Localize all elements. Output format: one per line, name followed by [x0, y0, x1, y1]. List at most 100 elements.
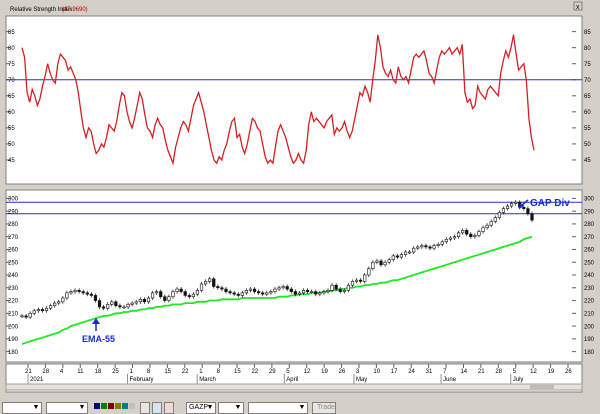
x-period-label: March [199, 377, 216, 383]
timeframe-select[interactable]: ▼ [2, 402, 42, 414]
price-y-tick-label-left: 210 [8, 312, 19, 318]
candle-body [501, 208, 506, 213]
x-period-label: April [286, 377, 298, 383]
candle-body [224, 288, 228, 292]
chart-canvas[interactable]: 45 4550 5055 5560 6065 6570 7075 7580 8085 85 Rel… [0, 0, 600, 414]
account-select[interactable]: ▼ [248, 402, 308, 414]
price-y-tick-label-left: 300 [8, 197, 19, 203]
candle-body [114, 301, 118, 306]
draw-tool-icon[interactable] [152, 402, 162, 414]
palette-icon[interactable] [140, 402, 150, 414]
candle-body [150, 292, 155, 299]
candle-body [44, 307, 49, 312]
rsi-y-tick-label-left: 65 [8, 94, 15, 100]
candle-body [322, 291, 326, 294]
rsi-y-tick-label: 65 [584, 94, 591, 100]
candle-body [159, 291, 163, 298]
x-tick-label: 28 [42, 369, 49, 375]
candle-body [89, 293, 93, 296]
candle-body [32, 310, 36, 314]
x-tick-label: 17 [391, 369, 398, 375]
interval-select[interactable]: ▼ [218, 402, 244, 414]
price-y-tick-label: 240 [584, 273, 595, 279]
x-tick-label: 29 [269, 369, 276, 375]
candle-body [208, 278, 212, 282]
chevron-down-icon: ▼ [298, 404, 306, 411]
candle-body [456, 232, 461, 237]
color-swatch-teal[interactable] [122, 403, 128, 409]
x-tick-label: 12 [530, 369, 537, 375]
price-y-tick-label: 220 [584, 299, 595, 305]
candle-body [97, 300, 102, 308]
cursor-tool-icon[interactable] [164, 402, 174, 414]
x-tick-label: 18 [95, 369, 102, 375]
rsi-y-tick-label: 85 [584, 30, 591, 36]
price-y-tick-label-left: 290 [8, 209, 19, 215]
color-swatch-gray[interactable] [129, 403, 135, 409]
price-y-tick-label: 260 [584, 248, 595, 254]
candle-body [106, 304, 110, 309]
candle-body [191, 293, 195, 298]
rsi-panel[interactable] [5, 15, 583, 185]
candle-body [338, 288, 342, 292]
candle-body [375, 260, 379, 263]
color-swatch-olive[interactable] [115, 403, 121, 409]
rsi-y-tick-label-left: 60 [8, 110, 15, 116]
x-tick-label: 26 [565, 369, 572, 375]
price-y-tick-label-left: 230 [8, 286, 19, 292]
candle-body [481, 227, 485, 232]
symbol-select[interactable]: GAZP ▼ [186, 402, 216, 414]
close-icon[interactable]: x [576, 4, 580, 11]
candle-body [526, 208, 530, 215]
candle-body [444, 238, 448, 243]
candle-body [285, 286, 289, 290]
candle-body [240, 292, 244, 296]
candle-body [57, 301, 61, 304]
price-y-tick-label: 250 [584, 260, 595, 266]
color-swatch-navy[interactable] [94, 403, 100, 409]
candle-body [216, 286, 220, 289]
x-tick-label: 21 [478, 369, 485, 375]
candle-body [163, 296, 167, 301]
chevron-down-icon: ▼ [234, 404, 242, 411]
candle-body [305, 290, 310, 292]
horizontal-scrollbar[interactable] [5, 383, 583, 391]
candle-body [126, 304, 130, 308]
candle-body [314, 291, 318, 295]
candle-body [61, 297, 65, 303]
price-y-tick-label-left: 240 [8, 273, 19, 279]
candle-body [142, 298, 147, 303]
candle-body [53, 302, 57, 306]
x-period-label: June [443, 377, 457, 383]
ema-55-label: EMA-55 [82, 334, 115, 344]
trade-button[interactable]: Trade [312, 402, 336, 414]
rsi-y-tick-label: 45 [584, 158, 591, 164]
rsi-y-tick-label: 70 [584, 78, 591, 84]
candle-body [342, 290, 346, 292]
candle-body [228, 291, 232, 294]
candle-body [440, 241, 444, 245]
candle-body [354, 279, 359, 282]
candle-body [461, 230, 465, 234]
candle-body [505, 205, 510, 209]
candle-body [93, 295, 98, 301]
scrollbar-thumb[interactable] [530, 385, 554, 389]
color-swatch-maroon[interactable] [108, 403, 114, 409]
line-style-select[interactable]: ▼ [46, 402, 88, 414]
candle-body [195, 290, 200, 295]
candle-body [412, 247, 416, 253]
candle-body [383, 261, 387, 266]
rsi-y-tick-label: 75 [584, 62, 591, 68]
price-y-tick-label: 180 [584, 350, 595, 356]
candle-body [293, 291, 297, 295]
price-y-tick-label: 210 [584, 312, 595, 318]
chevron-down-icon: ▼ [32, 404, 40, 411]
color-swatch-green[interactable] [101, 403, 107, 409]
candle-body [485, 224, 489, 229]
price-y-tick-label-left: 200 [8, 324, 19, 330]
price-y-tick-label: 230 [584, 286, 595, 292]
candle-body [359, 279, 363, 282]
price-y-tick-label-left: 220 [8, 299, 19, 305]
candle-body [146, 297, 151, 303]
candle-body [69, 291, 73, 294]
